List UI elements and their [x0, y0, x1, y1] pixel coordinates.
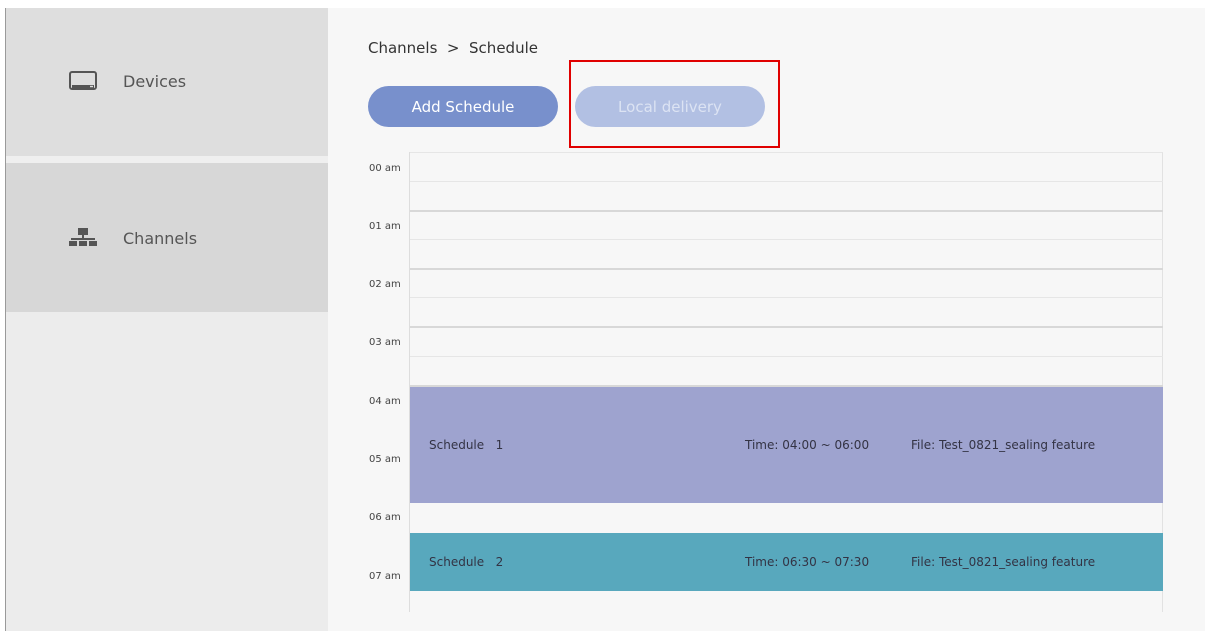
- hour-label: 04 am: [369, 396, 401, 407]
- hour-label: 07 am: [369, 571, 401, 582]
- half-hour-line: [410, 297, 1163, 298]
- event-name: Schedule 1: [429, 438, 504, 452]
- hour-line: [410, 210, 1163, 212]
- sidebar: Devices Channels: [6, 8, 328, 631]
- sidebar-item-label: Devices: [123, 72, 187, 91]
- main-content: Channels > Schedule Add Schedule Local d…: [328, 8, 1205, 631]
- hour-label: 06 am: [369, 512, 401, 523]
- hour-label: 05 am: [369, 454, 401, 465]
- highlight-box: [569, 60, 780, 148]
- schedule-calendar: 00 am 01 am 02 am 03 am 04 am 05 am 06 a…: [369, 152, 1163, 612]
- hour-line: [410, 326, 1163, 328]
- time-axis: 00 am 01 am 02 am 03 am 04 am 05 am 06 a…: [369, 152, 410, 612]
- half-hour-line: [410, 356, 1163, 357]
- schedule-event[interactable]: Schedule 1 Time: 04:00 ~ 06:00 File: Tes…: [410, 387, 1163, 503]
- half-hour-line: [410, 181, 1163, 182]
- hour-label: 00 am: [369, 163, 401, 174]
- breadcrumb: Channels > Schedule: [368, 39, 538, 57]
- sidebar-item-label: Channels: [123, 229, 198, 248]
- add-schedule-button[interactable]: Add Schedule: [368, 86, 558, 127]
- event-time: Time: 04:00 ~ 06:00: [745, 438, 870, 452]
- half-hour-line: [410, 239, 1163, 240]
- sidebar-item-channels[interactable]: Channels: [6, 163, 328, 312]
- calendar-grid: Schedule 1 Time: 04:00 ~ 06:00 File: Tes…: [410, 152, 1163, 612]
- hour-label: 02 am: [369, 279, 401, 290]
- event-time: Time: 06:30 ~ 07:30: [745, 555, 870, 569]
- event-name: Schedule 2: [429, 555, 504, 569]
- event-file: File: Test_0821_sealing feature: [911, 555, 1096, 569]
- sidebar-item-devices[interactable]: Devices: [6, 8, 328, 156]
- monitor-icon: [68, 69, 100, 93]
- network-icon: [68, 226, 100, 250]
- sidebar-divider: [6, 156, 328, 163]
- hour-line: [410, 268, 1163, 270]
- event-file: File: Test_0821_sealing feature: [911, 438, 1096, 452]
- app-window: Devices Channels Channels > Schedule Add…: [0, 0, 1205, 631]
- hour-label: 03 am: [369, 337, 401, 348]
- hour-label: 01 am: [369, 221, 401, 232]
- schedule-event[interactable]: Schedule 2 Time: 06:30 ~ 07:30 File: Tes…: [410, 533, 1163, 591]
